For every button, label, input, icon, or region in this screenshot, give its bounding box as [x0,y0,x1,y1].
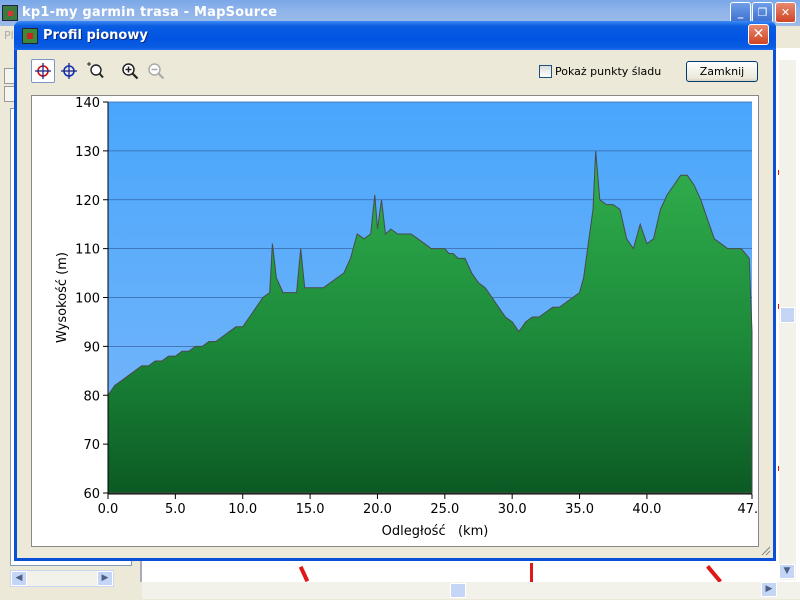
select-point-tool[interactable] [31,59,55,83]
map-hscroll-thumb[interactable] [450,583,466,598]
y-tick-labels: 60 70 80 90 100 110 120 130 140 [75,96,100,502]
scroll-right-icon[interactable]: ▶ [97,571,113,586]
elevation-chart[interactable]: 60 70 80 90 100 110 120 130 140 0.0 5.0 10.0 15.0 20… [31,95,759,547]
elevation-chart-svg: 60 70 80 90 100 110 120 130 140 0.0 5.0 10.0 15.0 20… [55,96,758,539]
magnifier-icon [87,62,104,79]
dialog-app-icon [22,28,38,44]
resize-grip-icon[interactable] [759,544,771,556]
map-vscroll-thumb[interactable] [780,307,795,323]
dialog-titlebar[interactable]: Profil pionowy ✕ [14,21,776,50]
map-vscrollbar[interactable]: ▼ [779,60,796,580]
x-tick-label: 5.0 [165,502,186,517]
x-tick-label: 40.0 [632,502,661,517]
y-tick-label: 140 [75,96,100,111]
y-tick-label: 80 [83,389,100,404]
left-panel-hscrollbar[interactable]: ◀ ▶ [10,570,114,587]
x-tick-label: 20.0 [363,502,392,517]
zoom-area-tool[interactable] [83,59,107,83]
y-tick-label: 110 [75,243,100,258]
x-tick-labels: 0.0 5.0 10.0 15.0 20.0 25.0 30.0 35.0 40.0 47.8 [98,502,758,517]
restore-button[interactable]: ❐ [752,2,773,23]
dialog-close-button[interactable]: ✕ [748,24,769,45]
show-track-points-label: Pokaż punkty śladu [555,65,662,78]
x-tick-label: 0.0 [98,502,119,517]
x-tick-label: 47.8 [738,502,758,517]
scroll-right-icon[interactable]: ▶ [761,582,777,597]
dialog-title: Profil pionowy [43,28,148,43]
x-tick-label: 15.0 [296,502,325,517]
y-tick-label: 90 [83,340,100,355]
y-tick-label: 130 [75,145,100,160]
vertical-profile-dialog: Profil pionowy ✕ Pokaż punkty śladu Zamk… [14,21,776,561]
zoom-out-icon [148,63,165,80]
map-road [706,565,722,583]
x-axis-label: Odległość (km) [382,524,489,539]
crosshair-blue-icon [61,63,77,79]
y-tick-label: 60 [83,487,100,502]
x-tick-label: 25.0 [430,502,459,517]
scroll-down-icon[interactable]: ▼ [779,564,795,579]
y-tick-label: 70 [83,438,100,453]
crosshair-red-icon [35,63,51,79]
select-range-tool[interactable] [57,59,81,83]
x-tick-label: 10.0 [228,502,257,517]
y-tick-label: 100 [75,292,100,307]
main-close-button[interactable]: ✕ [775,2,796,23]
close-button[interactable]: Zamknij [686,61,758,82]
y-axis-label: Wysokość (m) [55,252,70,343]
menu-item-first[interactable]: Pl [4,29,14,42]
map-road [298,565,310,583]
map-hscrollbar[interactable]: ▶ [142,582,800,599]
mapsource-app-icon [2,5,18,21]
x-tick-label: 35.0 [565,502,594,517]
main-window-title: kp1-my garmin trasa - MapSource [22,5,278,20]
x-tick-label: 30.0 [498,502,527,517]
y-tick-label: 120 [75,194,100,209]
map-road [530,563,533,583]
zoom-out-tool[interactable] [144,59,168,83]
zoom-in-icon [122,63,139,80]
minimize-button[interactable]: _ [730,2,751,23]
show-track-points-option[interactable]: Pokaż punkty śladu [539,65,661,78]
zoom-in-tool[interactable] [118,59,142,83]
show-track-points-checkbox[interactable] [539,65,552,78]
scroll-left-icon[interactable]: ◀ [11,571,27,586]
